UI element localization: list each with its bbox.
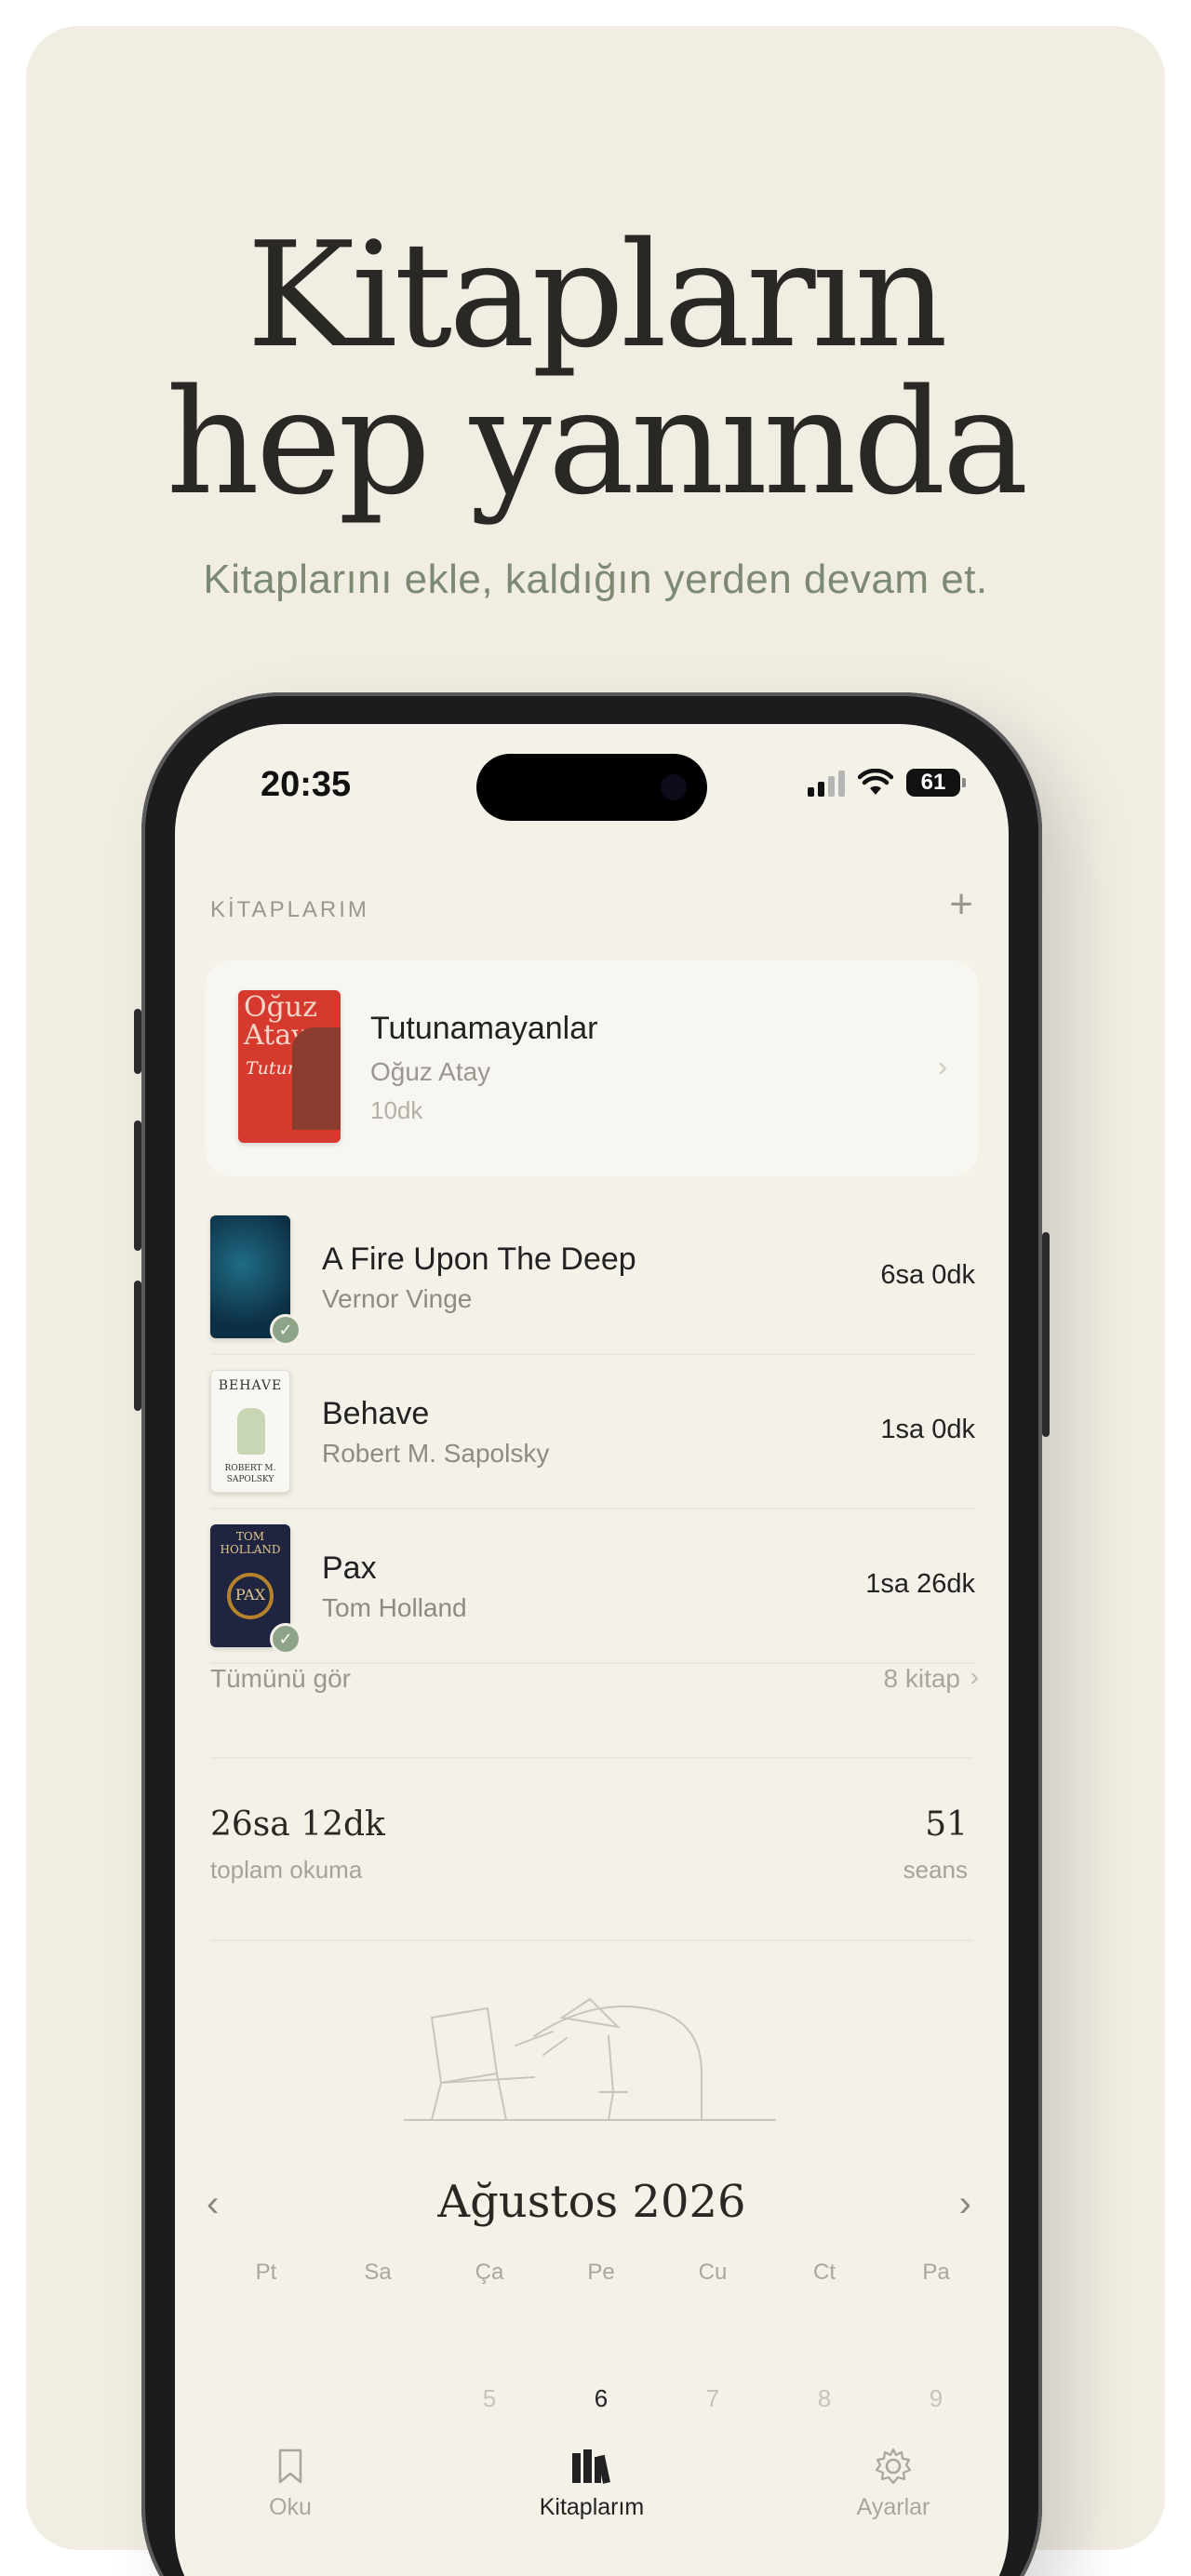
finished-check-icon: ✓ <box>270 1314 301 1346</box>
tab-ayarlar[interactable]: Ayarlar <box>800 2444 986 2521</box>
cover-portrait <box>292 1027 341 1130</box>
book-title: Pax <box>322 1550 377 1586</box>
finished-check-icon: ✓ <box>270 1623 301 1655</box>
weekday-label: Sa <box>364 2260 392 2285</box>
total-reading-label: toplam okuma <box>210 1856 363 1884</box>
status-time: 20:35 <box>261 765 352 804</box>
weekday-label: Cu <box>698 2260 728 2285</box>
book-time: 1sa 26dk <box>865 1569 975 1599</box>
camera-icon <box>661 774 687 800</box>
phone-frame: 20:35 61 KİTAPLARIM + Oğuz Atay Tutunama… <box>134 692 1050 2576</box>
sessions-label: seans <box>903 1856 968 1884</box>
volume-down-button <box>134 1281 141 1411</box>
hero-title-line1: Kitapların <box>247 210 948 380</box>
next-month-button[interactable]: › <box>959 2183 971 2225</box>
volume-up-button <box>134 1120 141 1251</box>
divider <box>210 1757 973 1759</box>
book-row[interactable]: ✓ A Fire Upon The Deep Vernor Vinge 6sa … <box>210 1201 975 1355</box>
book-cover: BEHAVE ROBERT M. SAPOLSKY <box>210 1370 290 1493</box>
calendar-day[interactable]: 9 <box>880 2384 992 2413</box>
hero-title: Kitapların hep yanında <box>26 221 1165 516</box>
wifi-icon <box>858 769 893 795</box>
status-icons: 61 <box>808 769 966 797</box>
tab-oku[interactable]: Oku <box>197 2444 383 2521</box>
section-label: KİTAPLARIM <box>210 897 369 922</box>
gear-icon <box>800 2444 986 2489</box>
book-title: Behave <box>322 1396 430 1431</box>
weekday-label: Pa <box>922 2260 950 2285</box>
calendar-day <box>210 2384 322 2413</box>
tab-bar: Oku Kitaplarım Ayarlar <box>175 2427 1009 2548</box>
calendar-day[interactable]: 7 <box>657 2384 769 2413</box>
book-author: Tom Holland <box>322 1593 467 1622</box>
weekday-label: Pt <box>255 2260 277 2285</box>
tab-label: Oku <box>269 2494 312 2520</box>
bookmark-icon <box>197 2444 383 2489</box>
books-icon <box>499 2444 685 2489</box>
reading-chair-illustration <box>404 1997 776 2121</box>
hero-subtitle: Kitaplarını ekle, kaldığın yerden devam … <box>203 557 988 602</box>
see-all-link[interactable]: Tümünü gör <box>210 1664 351 1694</box>
weekday-label: Ct <box>813 2260 836 2285</box>
chevron-right-icon: › <box>970 1662 979 1691</box>
dynamic-island <box>476 754 707 821</box>
book-row[interactable]: BEHAVE ROBERT M. SAPOLSKY Behave Robert … <box>210 1355 975 1509</box>
chevron-right-icon: › <box>938 1052 947 1082</box>
hero-title-line2: hep yanında <box>166 357 1028 527</box>
total-reading-value: 26sa 12dk <box>210 1805 385 1844</box>
weekday-label: Pe <box>587 2260 615 2285</box>
book-author: Vernor Vinge <box>322 1284 473 1313</box>
tab-label: Ayarlar <box>856 2494 930 2520</box>
tab-label: Kitaplarım <box>539 2494 645 2520</box>
current-book-time: 10dk <box>370 1096 423 1124</box>
divider <box>210 1939 973 1941</box>
book-author: Robert M. Sapolsky <box>322 1439 550 1468</box>
book-row[interactable]: TOM HOLLAND PAX ✓ Pax Tom Holland 1sa 26… <box>210 1509 975 1664</box>
calendar-month: Ağustos 2026 <box>437 2176 746 2228</box>
tab-kitaplarim[interactable]: Kitaplarım <box>499 2444 685 2521</box>
signal-icon <box>808 769 845 797</box>
book-title: A Fire Upon The Deep <box>322 1241 636 1277</box>
battery-icon: 61 <box>906 769 966 797</box>
calendar-day <box>322 2384 434 2413</box>
action-button <box>134 1009 141 1074</box>
phone-screen: 20:35 61 KİTAPLARIM + Oğuz Atay Tutunama… <box>175 724 1009 2576</box>
power-button <box>1042 1232 1050 1437</box>
current-book-title: Tutunamayanlar <box>370 1011 598 1046</box>
current-book-card[interactable]: Oğuz Atay Tutunamayanlar Tutunamayanlar … <box>205 960 979 1176</box>
current-book-author: Oğuz Atay <box>370 1057 491 1086</box>
book-time: 1sa 0dk <box>880 1415 975 1444</box>
calendar-day[interactable]: 8 <box>769 2384 880 2413</box>
book-cover: Oğuz Atay Tutunamayanlar <box>238 990 341 1143</box>
calendar-day[interactable]: 5 <box>434 2384 545 2413</box>
calendar-days: 5 6 7 8 9 <box>210 2384 992 2413</box>
book-count: 8 kitap <box>883 1664 961 1693</box>
weekday-label: Ça <box>475 2260 504 2285</box>
sessions-value: 51 <box>925 1805 968 1844</box>
add-book-button[interactable]: + <box>949 884 973 925</box>
calendar-day-today[interactable]: 6 <box>545 2384 657 2413</box>
weekday-header: Pt Sa Ça Pe Cu Ct Pa <box>210 2260 992 2286</box>
book-time: 6sa 0dk <box>880 1260 975 1290</box>
